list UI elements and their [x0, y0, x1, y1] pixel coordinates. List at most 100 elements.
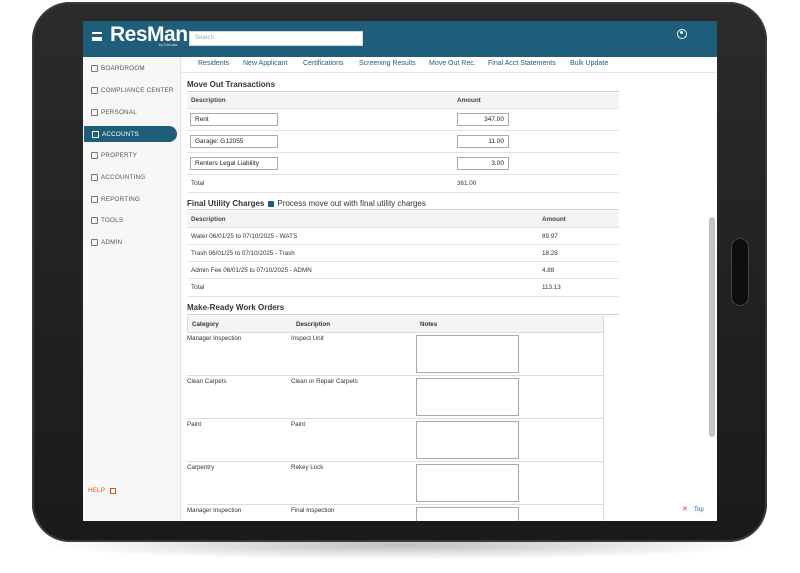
- col-notes: Notes: [420, 320, 438, 328]
- table-row: Manager Inspection Inspect Unit: [187, 333, 604, 376]
- utility-description: Trash 06/01/25 to 07/10/2025 - Trash: [191, 249, 295, 257]
- utility-amount: 4.88: [542, 266, 555, 274]
- description-field[interactable]: Renters Legal Liability: [190, 157, 278, 170]
- description-field[interactable]: Rent: [190, 113, 278, 126]
- divider: [187, 314, 619, 315]
- top-bar: ResMan by Entrata Search: [83, 21, 717, 57]
- work-order-category: Manager Inspection: [187, 335, 242, 342]
- move-out-title: Move Out Transactions: [187, 80, 276, 89]
- work-order-description: Final Inspection: [291, 507, 335, 514]
- sidebar-item-property[interactable]: PROPERTY: [83, 147, 179, 163]
- accounts-icon: [92, 130, 99, 138]
- sidebar-item-accounts[interactable]: ACCOUNTS: [84, 126, 177, 142]
- help-label: HELP: [88, 487, 105, 494]
- table-row: Water 06/01/25 to 07/10/2025 - WATS 89.9…: [187, 228, 619, 245]
- col-amount: Amount: [542, 215, 566, 223]
- dollar-icon: [91, 173, 98, 181]
- home-icon: [91, 64, 98, 72]
- total-row: Total 113.13: [187, 279, 619, 297]
- sidebar-item-accounting[interactable]: ACCOUNTING: [83, 169, 179, 185]
- sidebar-item-personal[interactable]: PERSONAL: [83, 104, 179, 120]
- process-utility-checkbox[interactable]: [268, 200, 275, 207]
- document-icon: [91, 86, 98, 94]
- tab-screening-results[interactable]: Screening Results: [359, 60, 416, 67]
- table-row: Trash 06/01/25 to 07/10/2025 - Trash 18.…: [187, 245, 619, 262]
- work-orders-header-row: Category Description Notes: [187, 316, 604, 333]
- sidebar-item-label: TOOLS: [101, 216, 124, 224]
- tab-new-applicant[interactable]: New Applicant: [243, 60, 287, 67]
- tab-move-out-rec[interactable]: Move Out Rec.: [429, 60, 476, 67]
- col-category: Category: [192, 320, 219, 328]
- work-order-category: Paint: [187, 421, 202, 428]
- sidebar-item-boardroom[interactable]: BOARDROOM: [83, 60, 179, 76]
- col-description: Description: [296, 320, 331, 328]
- notes-textarea[interactable]: [416, 464, 519, 502]
- sidebar-item-label: PERSONAL: [101, 108, 137, 116]
- notes-textarea[interactable]: [416, 421, 519, 459]
- total-label: Total: [191, 284, 205, 291]
- app-screen: ResMan by Entrata Search BOARDROOM COMPL…: [83, 21, 717, 521]
- hamburger-menu-icon[interactable]: [92, 32, 102, 41]
- utility-description: Admin Fee 06/01/25 to 07/10/2025 - ADMN: [191, 266, 312, 274]
- person-icon: [91, 108, 98, 116]
- utility-amount: 89.97: [542, 232, 558, 240]
- tools-icon: [91, 216, 98, 224]
- sidebar-item-label: PROPERTY: [101, 151, 138, 159]
- shield-icon: [91, 238, 98, 246]
- external-link-icon: [109, 487, 116, 494]
- sidebar: BOARDROOM COMPLIANCE CENTER PERSONAL ACC…: [83, 57, 181, 521]
- total-row: Total 361.00: [187, 175, 619, 193]
- notes-textarea[interactable]: [416, 507, 519, 521]
- close-icon[interactable]: ✕: [682, 505, 688, 513]
- vertical-scrollbar[interactable]: [709, 217, 715, 437]
- process-utility-label: Process move out with final utility char…: [277, 199, 426, 208]
- amount-field[interactable]: 347.00: [457, 113, 509, 126]
- table-row: Renters Legal Liability 3.00: [187, 153, 619, 175]
- sidebar-item-label: ACCOUNTING: [101, 173, 146, 181]
- work-order-description: Inspect Unit: [291, 335, 324, 342]
- work-order-description: Rekey Lock: [291, 464, 324, 471]
- amount-field[interactable]: 3.00: [457, 157, 509, 170]
- sidebar-item-label: COMPLIANCE CENTER: [101, 86, 174, 94]
- sidebar-item-reporting[interactable]: REPORTING: [83, 191, 179, 207]
- col-amount: Amount: [457, 97, 481, 104]
- utility-section-title: Final Utility Charges Process move out wi…: [187, 199, 426, 208]
- divider: [187, 209, 619, 210]
- col-description: Description: [191, 215, 226, 223]
- divider: [187, 91, 619, 92]
- notes-textarea[interactable]: [416, 335, 519, 373]
- utility-title: Final Utility Charges: [187, 199, 265, 208]
- tab-certifications[interactable]: Certifications: [303, 60, 343, 67]
- amount-field[interactable]: 11.00: [457, 135, 509, 148]
- report-icon: [91, 195, 98, 203]
- utility-amount: 18.28: [542, 249, 558, 257]
- table-row: Clean Carpets Clean or Repair Carpets: [187, 376, 604, 419]
- device-mockup: ResMan by Entrata Search BOARDROOM COMPL…: [0, 0, 800, 573]
- table-row: Rent 347.00: [187, 109, 619, 131]
- sidebar-item-tools[interactable]: TOOLS: [83, 212, 179, 228]
- user-account-icon[interactable]: [677, 29, 687, 39]
- description-field[interactable]: Garage: G12055: [190, 135, 278, 148]
- tab-residents[interactable]: Residents: [198, 60, 229, 67]
- sidebar-item-label: REPORTING: [101, 195, 141, 203]
- notes-textarea[interactable]: [416, 378, 519, 416]
- work-order-category: Clean Carpets: [187, 378, 227, 385]
- tab-bar: Residents New Applicant Certifications S…: [181, 57, 717, 73]
- sidebar-item-admin[interactable]: ADMIN: [83, 234, 179, 250]
- sidebar-item-compliance-center[interactable]: COMPLIANCE CENTER: [83, 82, 179, 98]
- building-icon: [91, 151, 98, 159]
- total-label: Total: [191, 180, 205, 187]
- back-to-top-link[interactable]: Top: [694, 507, 704, 513]
- tab-final-acct-statements[interactable]: Final Acct Statements: [488, 60, 556, 67]
- tab-bulk-update[interactable]: Bulk Update: [570, 60, 608, 67]
- total-value: 361.00: [457, 180, 477, 187]
- help-link[interactable]: HELP: [88, 487, 116, 494]
- sidebar-item-label: ADMIN: [101, 238, 123, 246]
- work-order-category: Manager Inspection: [187, 507, 242, 514]
- table-row: Paint Paint: [187, 419, 604, 462]
- app-logo-subtitle: by Entrata: [159, 42, 178, 47]
- search-input[interactable]: Search: [189, 31, 363, 46]
- table-row: Admin Fee 06/01/25 to 07/10/2025 - ADMN …: [187, 262, 619, 279]
- work-order-description: Paint: [291, 421, 306, 428]
- work-orders-title: Make-Ready Work Orders: [187, 303, 285, 312]
